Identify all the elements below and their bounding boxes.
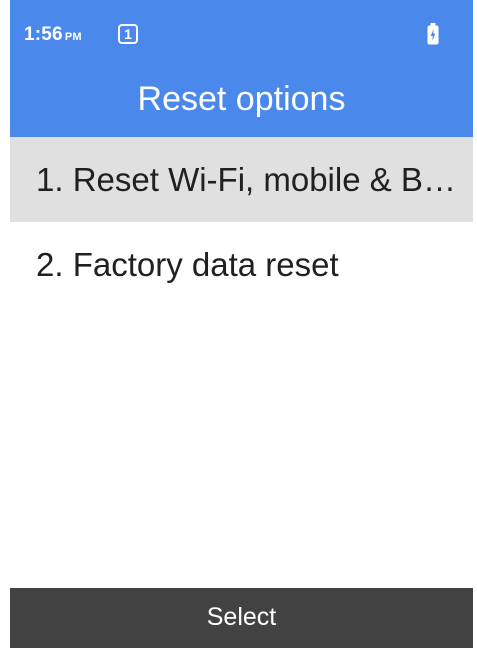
status-time: 1:56 PM [24,24,82,46]
battery-icon [427,23,439,45]
menu-item-factory-reset[interactable]: 2. Factory data reset [10,222,473,307]
page-title: Reset options [137,80,346,118]
menu-item-reset-network[interactable]: 1. Reset Wi-Fi, mobile & Bluetooth [10,137,473,222]
header: 1:56 PM 1 Reset options [10,0,473,137]
status-ampm: PM [64,31,82,43]
phone-screen: 1:56 PM 1 Reset options 1. Reset Wi-Fi, m… [10,0,473,648]
status-bar: 1:56 PM 1 [10,0,473,62]
select-softkey[interactable]: Select [10,588,473,648]
notification-count-icon: 1 [118,24,138,44]
status-clock: 1:56 [24,24,63,45]
reset-options-list: 1. Reset Wi-Fi, mobile & Bluetooth 2. Fa… [10,137,473,307]
